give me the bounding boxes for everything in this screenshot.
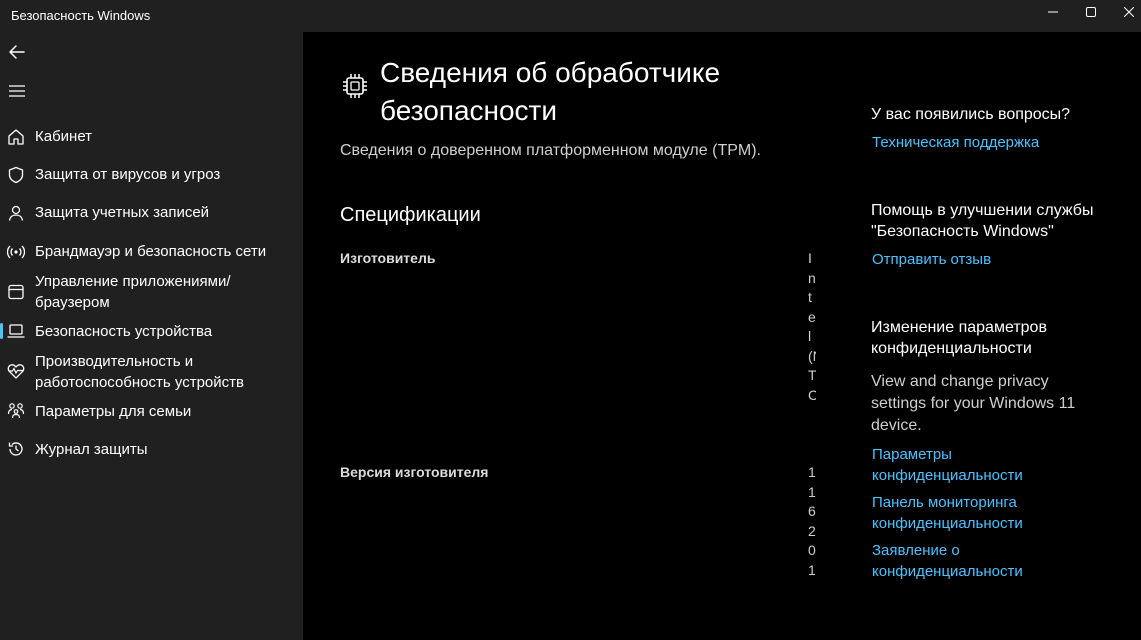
page-title: Сведения об обработчике безопасности — [380, 57, 721, 126]
feedback-link[interactable]: Отправить отзыв — [872, 249, 1112, 270]
person-icon — [8, 205, 24, 221]
back-button[interactable] — [6, 41, 28, 63]
sidebar-item-label: Защита от вирусов и угроз — [35, 166, 221, 183]
menu-button[interactable] — [6, 80, 28, 102]
history-icon — [8, 442, 23, 456]
improve-heading: Помощь в улучшении службы "Безопасность … — [871, 202, 1094, 240]
privacy-description: View and change privacy settings for you… — [871, 373, 1076, 434]
heart-pulse-icon — [7, 364, 25, 379]
sidebar-item-label: Производительность и работоспособность у… — [35, 353, 244, 391]
sidebar-item-label: Защита учетных записей — [35, 204, 210, 221]
specifications-heading: Спецификации — [340, 204, 481, 226]
back-arrow-icon — [9, 45, 25, 59]
spec-label-manufacturer: Изготовитель — [340, 250, 436, 266]
home-icon — [8, 129, 24, 145]
family-icon — [7, 403, 25, 419]
spec-value-manufacturer-version: 11.6.2.0.1 — [808, 464, 816, 578]
sidebar: Кабинет Защита от вирусов и угроз Защита… — [0, 32, 303, 640]
support-link[interactable]: Техническая поддержка — [872, 132, 1112, 153]
sidebar-item-protection-history[interactable]: Журнал защиты — [0, 439, 303, 461]
sidebar-item-firewall[interactable]: Брандмауэр и безопасность сети — [0, 241, 303, 263]
maximize-icon — [1086, 7, 1096, 17]
questions-heading: У вас появились вопросы? — [871, 106, 1071, 123]
privacy-settings-link[interactable]: Параметры конфиденциальности — [872, 444, 1042, 486]
spec-value-manufacturer: Intel (NTC) — [808, 250, 816, 403]
close-icon — [1124, 7, 1134, 17]
privacy-heading: Изменение параметров конфиденциальности — [871, 319, 1047, 357]
sidebar-item-label: Параметры для семьи — [35, 403, 192, 420]
sidebar-item-device-security[interactable]: Безопасность устройства — [0, 320, 303, 342]
title-bar: Безопасность Windows — [0, 0, 1141, 32]
laptop-icon — [7, 324, 25, 338]
sidebar-item-virus-protection[interactable]: Защита от вирусов и угроз — [0, 164, 303, 186]
minimize-icon — [1048, 11, 1058, 13]
active-indicator — [0, 323, 3, 339]
processor-chip-icon — [343, 74, 367, 98]
sidebar-item-account-protection[interactable]: Защита учетных записей — [0, 202, 303, 224]
sidebar-item-home[interactable]: Кабинет — [0, 126, 303, 148]
sidebar-item-family-options[interactable]: Параметры для семьи — [0, 401, 303, 423]
shield-icon — [8, 166, 24, 184]
sidebar-item-label: Журнал защиты — [35, 441, 148, 458]
sidebar-item-device-performance[interactable]: Производительность и работоспособность у… — [0, 350, 303, 394]
window-title: Безопасность Windows — [11, 8, 151, 23]
app-window-icon — [8, 284, 24, 300]
spec-label-manufacturer-version: Версия изготовителя — [340, 464, 489, 480]
close-button[interactable] — [1106, 0, 1141, 24]
privacy-statement-link[interactable]: Заявление о конфиденциальности — [872, 540, 1042, 582]
sidebar-item-label: Управление приложениями/ браузером — [35, 273, 231, 311]
wifi-signal-icon — [7, 245, 25, 259]
sidebar-item-label: Безопасность устройства — [35, 323, 213, 340]
hamburger-icon — [9, 85, 25, 97]
page-description: Сведения о доверенном платформенном моду… — [340, 142, 761, 159]
sidebar-item-app-browser-control[interactable]: Управление приложениями/ браузером — [0, 270, 303, 314]
sidebar-item-label: Кабинет — [35, 128, 93, 145]
privacy-dashboard-link[interactable]: Панель мониторинга конфиденциальности — [872, 492, 1042, 534]
sidebar-item-label: Брандмауэр и безопасность сети — [35, 243, 267, 260]
